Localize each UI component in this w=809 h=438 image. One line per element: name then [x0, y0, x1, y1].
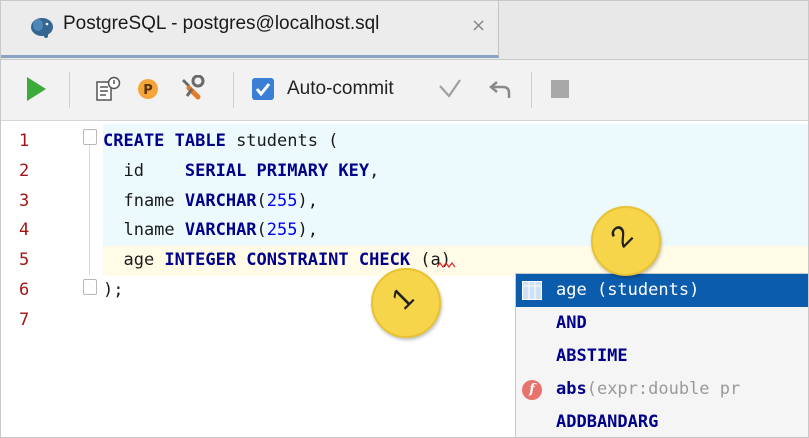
completion-detail: (students)	[586, 280, 700, 300]
line-number: 4	[19, 220, 30, 240]
callout-badge-1: 1	[371, 268, 441, 338]
table-icon	[522, 281, 542, 300]
code-line: fname VARCHAR(255),	[103, 191, 318, 211]
run-button[interactable]	[21, 73, 51, 105]
sql-identifier: (	[256, 220, 267, 240]
code-line: lname VARCHAR(255),	[103, 220, 318, 240]
completion-text: age	[556, 280, 587, 300]
toolbar-separator	[233, 72, 234, 108]
fold-marker[interactable]	[83, 279, 97, 295]
completion-detail: (expr:double pr	[586, 379, 741, 399]
rollback-button[interactable]	[487, 73, 513, 105]
commit-button[interactable]	[437, 73, 463, 105]
svg-text:P: P	[143, 83, 153, 98]
play-icon	[27, 77, 46, 101]
completion-text: AND	[556, 313, 587, 333]
autocommit-label: Auto-commit	[287, 78, 394, 99]
sql-number: 255	[266, 191, 298, 211]
checkmark-icon	[439, 79, 461, 98]
callout-number: 2	[604, 219, 640, 255]
sql-keyword: INTEGER CONSTRAINT CHECK	[164, 250, 421, 270]
autocomplete-item[interactable]: f abs(expr:double pr	[516, 373, 808, 406]
error-squiggle-icon	[437, 262, 456, 268]
checkbox-checked-icon	[252, 78, 274, 100]
autocomplete-item[interactable]: ABSTIME	[516, 340, 808, 373]
line-number: 1	[19, 131, 30, 151]
sql-identifier: age	[103, 250, 165, 270]
sql-identifier: students (	[236, 131, 339, 151]
close-icon[interactable]: ×	[471, 15, 486, 36]
sql-identifier: (	[256, 191, 267, 211]
completion-text: ABSTIME	[556, 346, 628, 366]
sql-number: 255	[266, 220, 298, 240]
sql-identifier: id	[103, 161, 185, 181]
sql-identifier: ),	[297, 191, 318, 211]
completion-text: ADDBANDARG	[556, 412, 659, 432]
sql-identifier: ,	[369, 161, 380, 181]
wrench-icon	[182, 75, 205, 100]
toolbar: P Auto-commit	[1, 60, 808, 121]
autocomplete-item[interactable]: ADDBANDARG	[516, 406, 808, 437]
autocommit-toggle[interactable]: Auto-commit	[251, 73, 401, 105]
line-number: 5	[19, 250, 30, 270]
line-number: 2	[19, 161, 30, 181]
callout-badge-2: 2	[591, 206, 661, 276]
function-icon: f	[522, 380, 542, 400]
toolbar-separator	[531, 72, 532, 108]
fold-guide	[89, 145, 90, 275]
stop-button[interactable]	[549, 73, 571, 105]
line-gutter	[1, 121, 83, 437]
callout-number: 1	[385, 281, 421, 317]
autocomplete-popup: age (students) AND ABSTIME f abs(expr:do…	[515, 273, 808, 437]
stop-icon	[551, 80, 569, 98]
tab-bar: PostgreSQL - postgres@localhost.sql ×	[1, 1, 808, 60]
fold-marker[interactable]	[83, 129, 97, 145]
code-line: id SERIAL PRIMARY KEY,	[103, 161, 379, 181]
sql-keyword: CREATE TABLE	[103, 131, 237, 151]
toolbar-separator	[69, 72, 70, 108]
postgresql-elephant-icon	[31, 18, 53, 38]
completion-text: abs	[556, 379, 587, 399]
sql-identifier: fname	[103, 191, 185, 211]
explain-plan-button[interactable]	[93, 73, 123, 105]
autocomplete-item[interactable]: age (students)	[516, 274, 808, 307]
plan-icon	[96, 76, 121, 101]
ide-window: PostgreSQL - postgres@localhost.sql × P	[0, 0, 809, 438]
sql-keyword: SERIAL PRIMARY KEY	[184, 161, 370, 181]
settings-button[interactable]	[177, 73, 207, 105]
sql-keyword: VARCHAR	[184, 220, 257, 240]
parameter-p-icon: P	[138, 79, 158, 99]
line-number: 6	[19, 280, 30, 300]
parameters-button[interactable]: P	[133, 73, 163, 105]
line-number: 3	[19, 191, 30, 211]
tab-title: PostgreSQL - postgres@localhost.sql	[63, 13, 380, 34]
code-line: CREATE TABLE students (	[103, 131, 338, 151]
undo-arrow-icon	[489, 81, 511, 98]
line-number: 7	[19, 310, 30, 330]
sql-identifier: );	[103, 280, 124, 300]
code-line: );	[103, 280, 123, 300]
autocomplete-item[interactable]: AND	[516, 307, 808, 340]
tab-postgres-sql[interactable]: PostgreSQL - postgres@localhost.sql ×	[1, 1, 499, 58]
sql-keyword: VARCHAR	[184, 191, 257, 211]
code-line: age INTEGER CONSTRAINT CHECK (a)	[103, 250, 451, 270]
sql-identifier: lname	[103, 220, 185, 240]
sql-identifier: ),	[297, 220, 318, 240]
